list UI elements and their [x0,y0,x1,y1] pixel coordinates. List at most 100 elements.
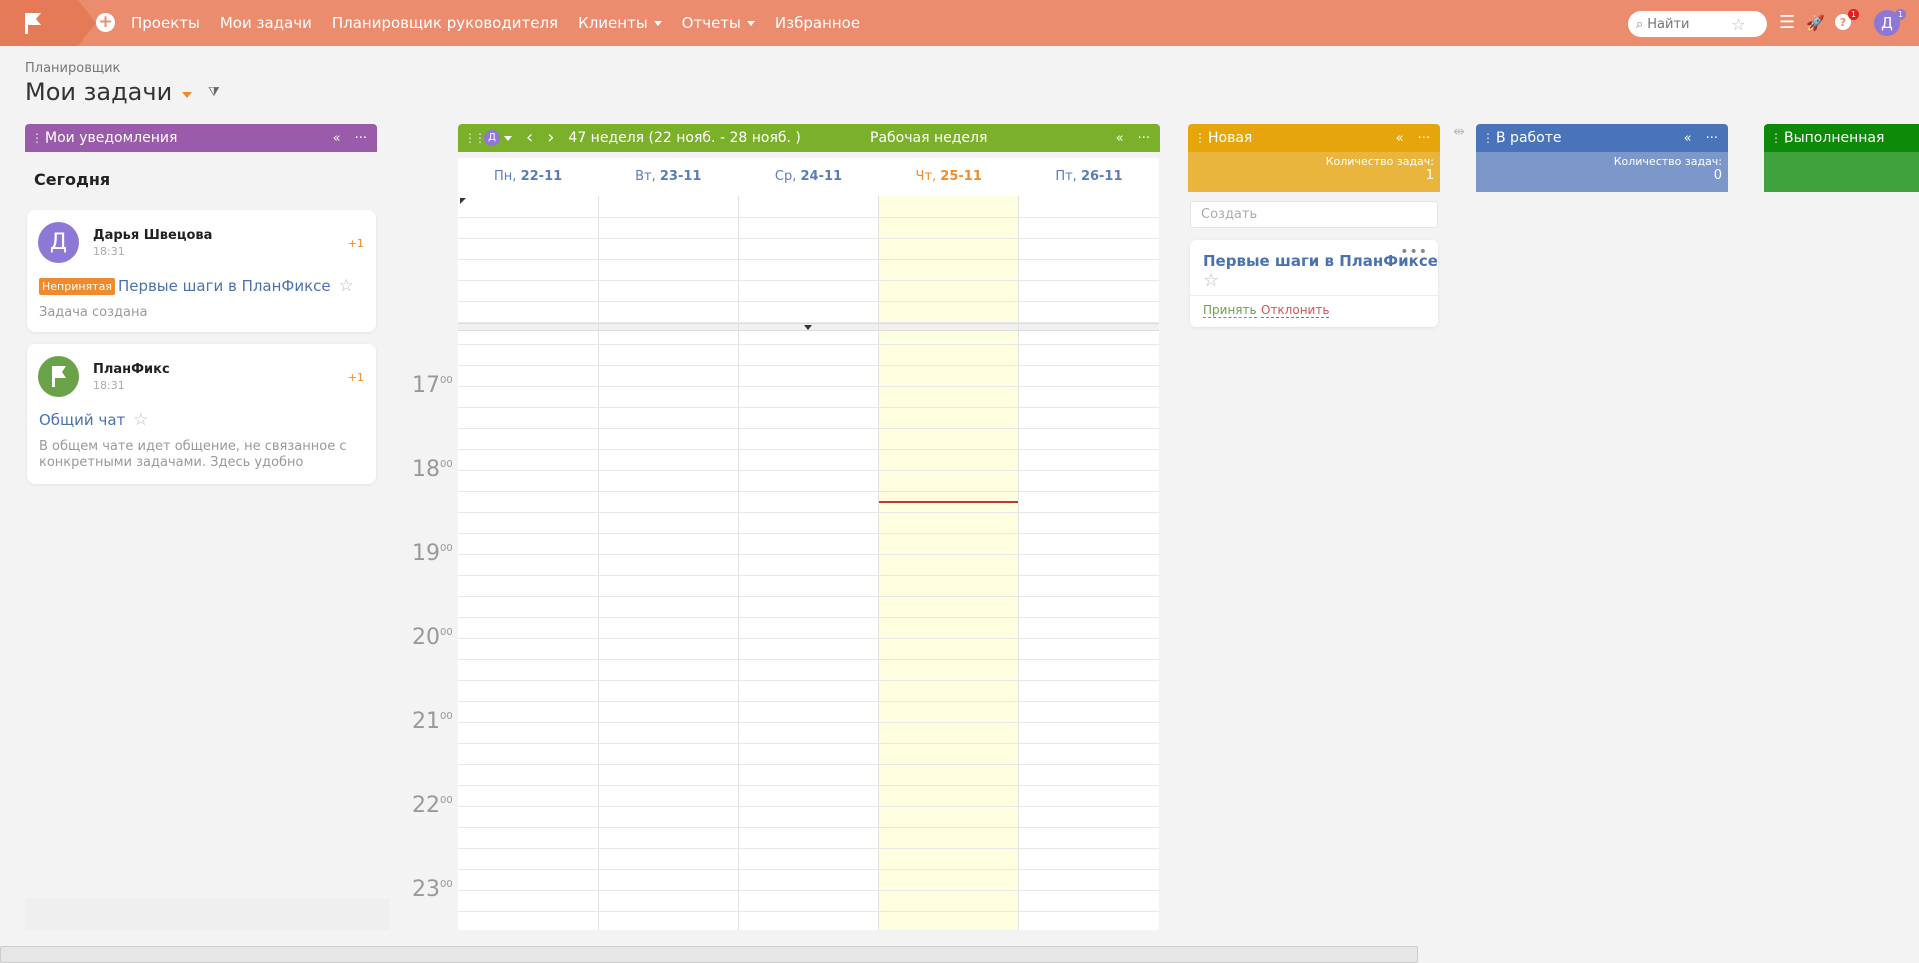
day-header[interactable]: Пн, 22-11 [458,158,598,196]
more-icon[interactable]: ··· [1706,131,1718,146]
day-header[interactable]: Ср, 24-11 [738,158,878,196]
chevron-right-icon[interactable]: › [547,128,554,148]
collapse-icon[interactable]: « [1396,131,1404,146]
chat-link[interactable]: Общий чат [39,411,125,429]
hour-label: 2300 [412,877,453,902]
row-divider [458,554,1159,555]
filter-icon[interactable]: ⧩ [208,85,220,100]
row-divider [458,890,1159,891]
help-badge: 1 [1848,9,1859,20]
row-divider [458,301,1159,302]
task-card[interactable]: Первые шаги в ПланФиксе ••• ☆ Принять От… [1190,240,1438,327]
column-splitter[interactable]: ⇹ [1452,124,1466,154]
hour-label: 1900 [412,541,453,566]
accept-link[interactable]: Принять [1203,303,1257,318]
notifications-panel-header: ⋮⋮ Мои уведомления « ··· [25,124,377,152]
status-badge: Непринятая [39,277,115,295]
star-icon[interactable]: ☆ [1203,270,1219,291]
drag-handle-icon[interactable]: ⋮⋮ [31,131,53,145]
kanban-column-new: ⋮⋮ Новая « ··· Количество задач: 1 [1188,124,1440,192]
page-title-text: Мои задачи [25,78,173,106]
row-divider [458,533,1159,534]
more-icon[interactable]: ··· [1418,131,1430,146]
day-header[interactable]: Пт, 26-11 [1019,158,1159,196]
collapse-icon[interactable]: « [1116,131,1124,146]
row-divider [458,911,1159,912]
drag-handle-icon[interactable]: ⋮⋮ [464,131,486,145]
row-divider [458,848,1159,849]
decline-link[interactable]: Отклонить [1261,303,1330,318]
avatar[interactable]: Д [484,130,500,146]
notification-author: Дарья Швецова [93,228,213,243]
task-link[interactable]: Первые шаги в ПланФиксе [118,277,331,295]
column-title: Выполненная [1784,130,1885,146]
expand-corner-icon[interactable] [460,198,466,204]
rocket-icon[interactable]: 🚀 [1806,13,1825,33]
more-icon[interactable]: ··· [355,131,367,146]
app-logo[interactable] [0,0,96,46]
column-divider [598,196,599,930]
more-icon[interactable]: ••• [1400,244,1428,260]
collapse-icon[interactable]: « [333,131,341,146]
row-divider [458,575,1159,576]
nav-reports[interactable]: Отчеты [682,14,755,32]
view-selector[interactable]: Рабочая неделя [870,130,987,146]
task-count [1764,152,1919,192]
day-header-today[interactable]: Чт, 25-11 [879,158,1019,196]
notification-card[interactable]: Д Дарья Швецова 18:31 +1 Непринятая Перв… [27,210,376,332]
menu-icon[interactable]: ☰ [1779,13,1795,33]
chevron-down-icon[interactable] [804,325,812,330]
row-divider [458,259,1159,260]
page-title: Мои задачи ⧩ [25,78,220,106]
nav-clients[interactable]: Клиенты [578,14,662,32]
user-badge: 1 [1895,9,1906,20]
star-icon[interactable]: ☆ [339,276,354,296]
row-divider [458,386,1159,387]
avatar: Д [38,222,79,263]
drag-handle-icon[interactable]: ⋮⋮ [1770,131,1792,145]
star-icon[interactable]: ☆ [1731,15,1745,34]
row-divider [458,764,1159,765]
star-icon[interactable]: ☆ [133,410,148,430]
breadcrumb[interactable]: Планировщик [25,61,120,76]
drag-handle-icon[interactable]: ⋮⋮ [1482,131,1504,145]
row-divider [458,743,1159,744]
drag-handle-icon[interactable]: ⋮⋮ [1194,131,1216,145]
nav-my-tasks[interactable]: Мои задачи [220,14,312,32]
kanban-column-done: ⋮⋮ Выполненная [1764,124,1919,192]
today-heading: Сегодня [34,170,111,189]
nav-favorites[interactable]: Избранное [775,14,860,32]
avatar [38,356,79,397]
row-divider [458,596,1159,597]
calendar-days-row: Пн, 22-11 Вт, 23-11 Ср, 24-11 Чт, 25-11 … [458,158,1159,196]
day-header[interactable]: Вт, 23-11 [598,158,738,196]
main-menu: Проекты Мои задачи Планировщик руководит… [131,0,860,46]
row-divider [458,407,1159,408]
row-divider [458,512,1159,513]
add-icon[interactable]: + [96,13,115,32]
row-divider [458,322,1159,323]
chevron-left-icon[interactable]: ‹ [526,128,533,148]
row-divider [458,827,1159,828]
create-task-input[interactable]: Создать [1190,201,1438,228]
collapse-icon[interactable]: « [1684,131,1692,146]
notification-card[interactable]: ПланФикс 18:31 +1 Общий чат ☆ В общем ча… [27,344,376,484]
more-icon[interactable]: ··· [1138,131,1150,146]
notification-description: В общем чате идет общение, не связанное … [39,439,347,470]
row-divider [458,449,1159,450]
search-box[interactable]: ⌕ ☆ [1628,11,1767,37]
calendar-grid[interactable] [458,196,1159,930]
column-divider [1018,196,1019,930]
task-count: Количество задач: 0 [1476,152,1728,192]
nav-projects[interactable]: Проекты [131,14,200,32]
chevron-down-icon[interactable] [182,92,193,98]
row-divider [458,722,1159,723]
column-title: Новая [1208,130,1253,146]
horizontal-scrollbar[interactable] [0,946,1418,963]
row-divider [458,806,1159,807]
row-divider [458,701,1159,702]
search-input[interactable] [1647,16,1728,32]
nav-manager-planner[interactable]: Планировщик руководителя [332,14,558,32]
chevron-down-icon[interactable] [504,135,512,141]
column-title: В работе [1496,130,1562,146]
